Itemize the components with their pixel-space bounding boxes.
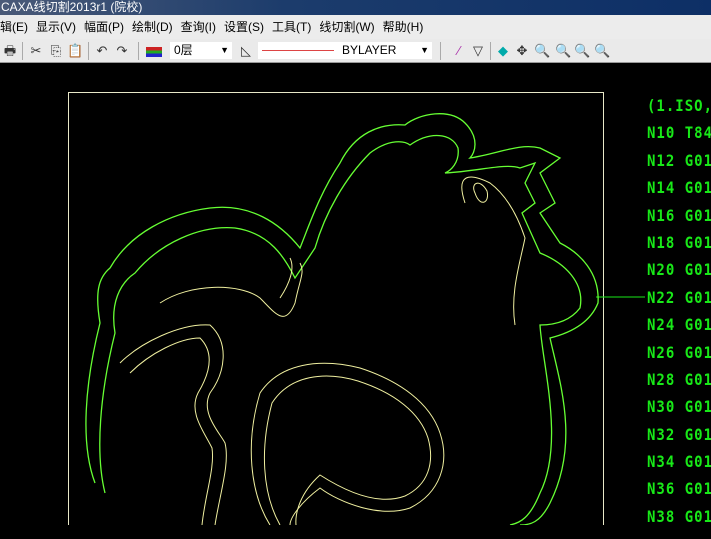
separator — [138, 42, 139, 60]
toolbar: 🖶 ✂ ⎘ 📋 ↶ ↷ 0层 ▼ ◺ BYLAYER ▼ ⁄ ▽ ◆ ✥ 🔍 🔍 … — [0, 39, 711, 63]
chevron-down-icon: ▼ — [420, 45, 429, 55]
copy-icon[interactable]: ⎘ — [48, 43, 64, 58]
layer-select[interactable]: 0层 ▼ — [170, 42, 232, 59]
window-title: CAXA线切割2013r1 (院校) — [1, 0, 143, 14]
gcode-line: N14 G01 — [647, 179, 711, 198]
filter-icon[interactable]: ▽ — [470, 43, 486, 58]
paste-icon[interactable]: 📋 — [67, 43, 83, 58]
pan-icon[interactable]: ✥ — [514, 43, 530, 58]
separator — [88, 42, 89, 60]
menu-settings[interactable]: 设置(S) — [220, 15, 268, 39]
menu-view[interactable]: 显示(V) — [32, 15, 80, 39]
zoom-previous-icon[interactable]: 🔍 — [594, 43, 610, 58]
zoom-all-icon[interactable]: 🔍 — [574, 43, 590, 58]
drawing-frame — [68, 92, 604, 539]
linetype-select[interactable]: BYLAYER ▼ — [258, 42, 432, 59]
chevron-down-icon: ▼ — [220, 45, 229, 55]
gcode-listing: (1.ISO,0 N10 T84 N12 G01 N14 G01 N16 G01… — [647, 97, 711, 535]
redo-icon[interactable]: ↷ — [114, 43, 130, 58]
redraw-icon[interactable]: ◆ — [495, 43, 511, 58]
menu-help[interactable]: 帮助(H) — [379, 15, 428, 39]
drawing-canvas[interactable]: (1.ISO,0 N10 T84 N12 G01 N14 G01 N16 G01… — [0, 63, 711, 539]
print-icon[interactable]: 🖶 — [2, 43, 18, 58]
menu-query[interactable]: 查询(I) — [177, 15, 220, 39]
undo-icon[interactable]: ↶ — [94, 43, 110, 58]
rooster-outline — [85, 113, 599, 526]
title-bar: CAXA线切割2013r1 (院校) — [0, 0, 711, 15]
separator — [22, 42, 23, 60]
separator — [440, 42, 441, 60]
brush-icon[interactable]: ⁄ — [451, 43, 467, 58]
menu-edit[interactable]: 辑(E) — [0, 15, 32, 39]
rooster-inner-lines — [119, 176, 526, 526]
zoom-realtime-icon[interactable]: 🔍 — [534, 43, 550, 58]
layer-value: 0层 — [174, 43, 193, 57]
menu-draw[interactable]: 绘制(D) — [128, 15, 177, 39]
menu-sheet[interactable]: 幅面(P) — [80, 15, 128, 39]
line-sample — [262, 50, 334, 51]
zoom-window-icon[interactable]: 🔍 — [555, 43, 571, 58]
gcode-line: N24 G01 — [647, 316, 711, 335]
drawing — [68, 92, 645, 539]
menu-tools[interactable]: 工具(T) — [268, 15, 315, 39]
linetype-value: BYLAYER — [342, 43, 397, 57]
menu-bar: 辑(E) 显示(V) 幅面(P) 绘制(D) 查询(I) 设置(S) 工具(T)… — [0, 15, 711, 39]
cut-icon[interactable]: ✂ — [28, 43, 44, 58]
gcode-line: N38 G01 — [647, 507, 711, 527]
separator — [490, 42, 491, 60]
menu-wirecut[interactable]: 线切割(W) — [315, 15, 378, 39]
layers-icon[interactable] — [146, 47, 162, 57]
linetype-icon[interactable]: ◺ — [238, 43, 254, 58]
